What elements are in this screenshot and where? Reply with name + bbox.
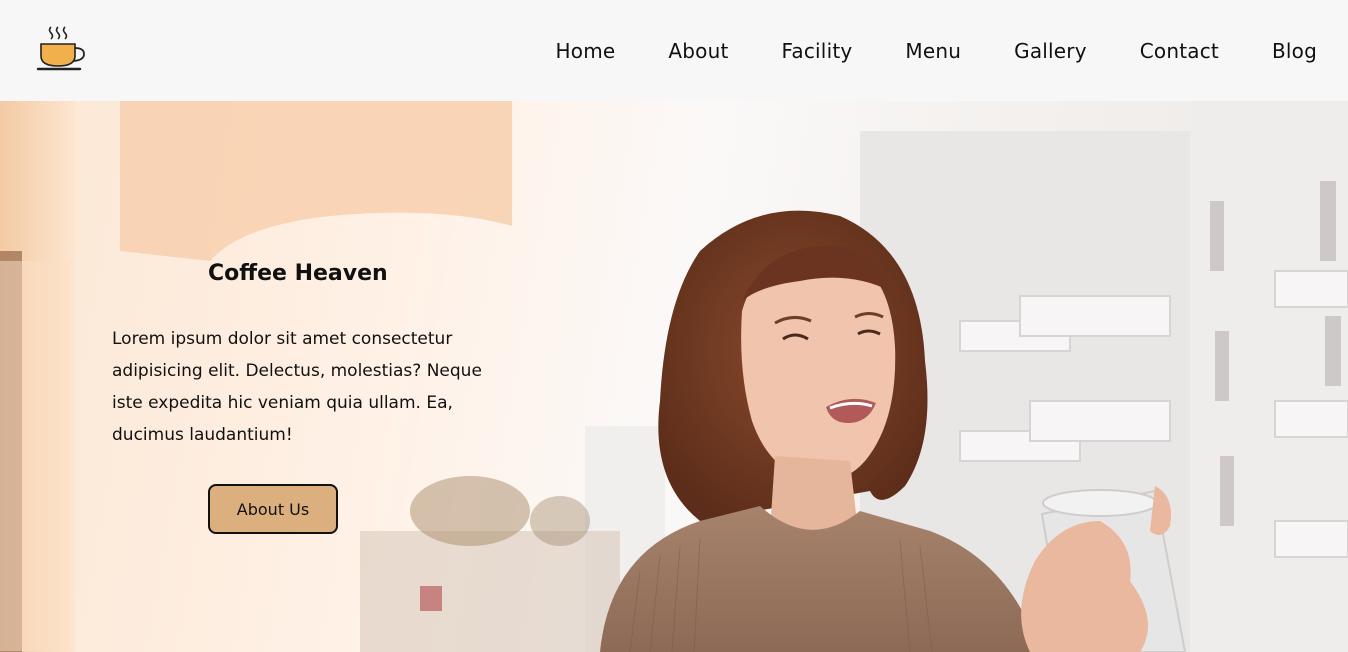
nav-facility[interactable]: Facility [782, 39, 853, 63]
nav-menu[interactable]: Menu [905, 39, 961, 63]
nav-blog[interactable]: Blog [1272, 39, 1317, 63]
nav-contact[interactable]: Contact [1140, 39, 1219, 63]
hero-section: Coffee Heaven Lorem ipsum dolor sit amet… [0, 101, 1348, 652]
coffee-cup-icon[interactable] [34, 24, 88, 74]
about-us-button[interactable]: About Us [208, 484, 338, 534]
site-header: Home About Facility Menu Gallery Contact… [0, 0, 1348, 101]
hero-title: Coffee Heaven [208, 261, 388, 286]
hero-description: Lorem ipsum dolor sit amet consectetur a… [112, 329, 482, 445]
nav-gallery[interactable]: Gallery [1014, 39, 1087, 63]
nav-home[interactable]: Home [556, 39, 616, 63]
nav-about[interactable]: About [668, 39, 728, 63]
main-nav: Home About Facility Menu Gallery Contact… [556, 0, 1317, 101]
